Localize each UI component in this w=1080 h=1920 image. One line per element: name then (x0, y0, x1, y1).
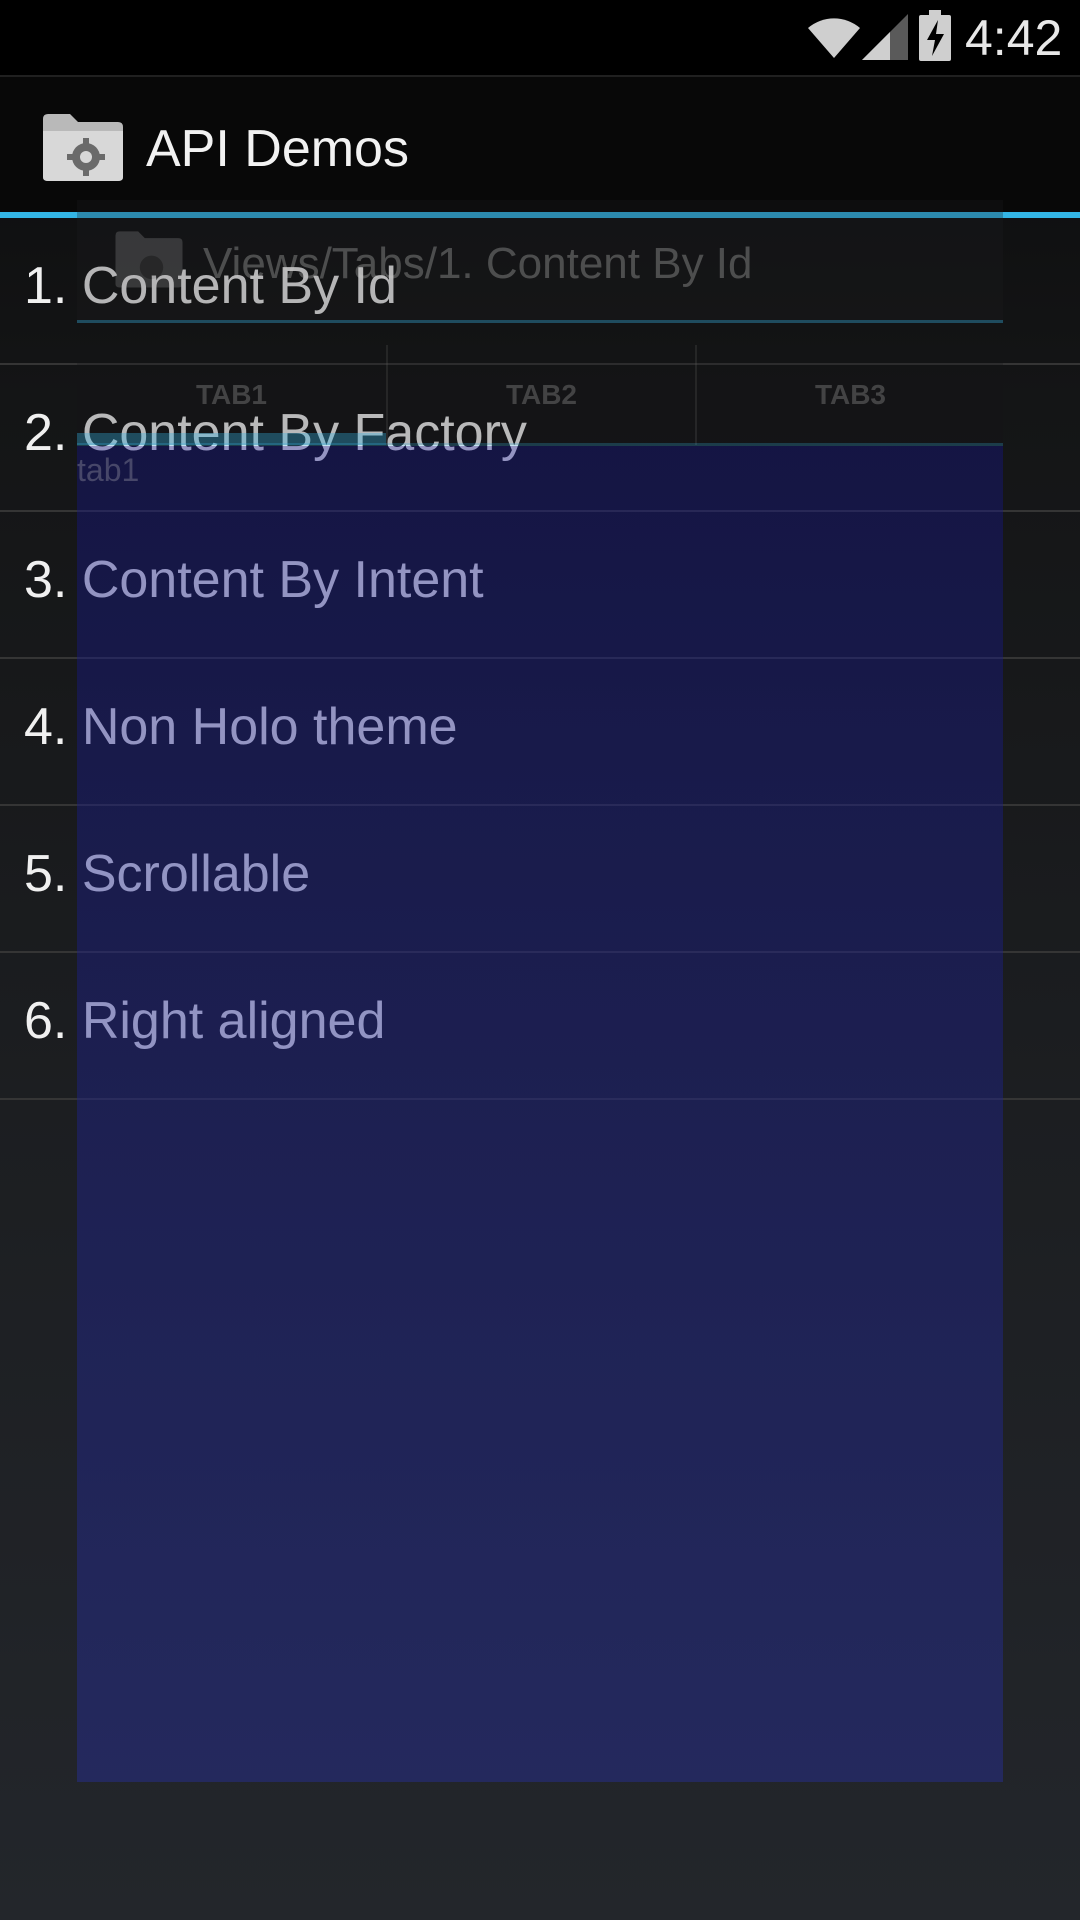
status-bar: 4:42 (0, 0, 1080, 75)
list-item-content-by-id[interactable]: 1. Content By Id (0, 218, 1080, 365)
list-item-label: 4. Non Holo theme (24, 698, 458, 756)
app-title: API Demos (146, 120, 409, 178)
screen: 4:42 API Demos 1. Content By Id 2. Conte… (0, 0, 1080, 1920)
list-item-label: 5. Scrollable (24, 845, 311, 903)
list-item-right-aligned[interactable]: 6. Right aligned (0, 953, 1080, 1100)
folder-gear-icon[interactable] (40, 111, 126, 187)
action-bar: API Demos (0, 75, 1080, 214)
list-item-label: 3. Content By Intent (24, 551, 484, 609)
list-item-non-holo-theme[interactable]: 4. Non Holo theme (0, 659, 1080, 806)
list-item-content-by-intent[interactable]: 3. Content By Intent (0, 512, 1080, 659)
wifi-icon (806, 14, 862, 64)
battery-charging-icon (918, 10, 952, 66)
status-time: 4:42 (965, 10, 1063, 66)
list-item-label: 6. Right aligned (24, 992, 386, 1050)
list-item-scrollable[interactable]: 5. Scrollable (0, 806, 1080, 953)
list-item-label: 1. Content By Id (24, 257, 397, 315)
list-item-label: 2. Content By Factory (24, 404, 527, 462)
cell-signal-icon (860, 12, 910, 66)
demo-list: 1. Content By Id 2. Content By Factory 3… (0, 218, 1080, 1100)
list-item-content-by-factory[interactable]: 2. Content By Factory (0, 365, 1080, 512)
